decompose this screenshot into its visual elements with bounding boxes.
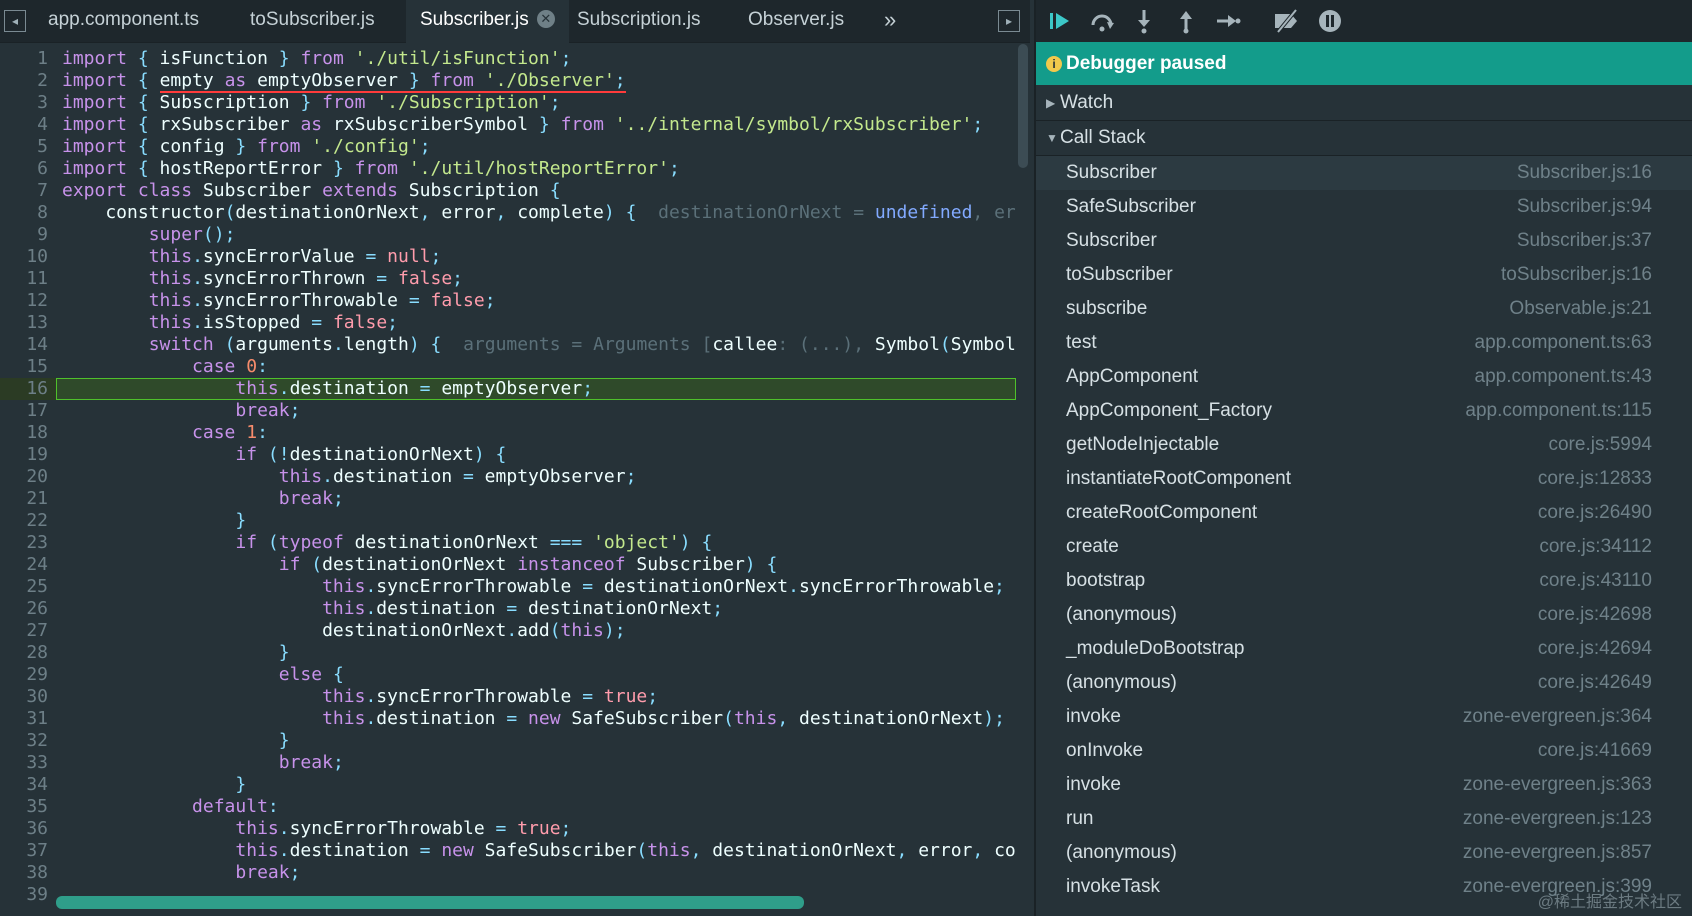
code-line[interactable]: 14 switch (arguments.length) { arguments… [0, 334, 1016, 356]
source-editor: ◂ app.component.ts toSubscriber.js Subsc… [0, 0, 1030, 916]
step-into-icon[interactable] [1130, 8, 1158, 34]
code-line[interactable]: 28 } [0, 642, 1016, 664]
info-icon: i [1046, 56, 1062, 72]
code-line[interactable]: 38 break; [0, 862, 1016, 884]
call-frame[interactable]: invoke zone-evergreen.js:363 [1036, 768, 1692, 802]
code-line[interactable]: 5 import { config } from './config'; [0, 136, 1016, 158]
call-frame[interactable]: AppComponent_Factory app.component.ts:115 [1036, 394, 1692, 428]
call-frame[interactable]: invoke zone-evergreen.js:364 [1036, 700, 1692, 734]
code-line[interactable]: 9 super(); [0, 224, 1016, 246]
call-frame[interactable]: getNodeInjectable core.js:5994 [1036, 428, 1692, 462]
deactivate-breakpoints-icon[interactable] [1272, 8, 1300, 34]
code-line[interactable]: 13 this.isStopped = false; [0, 312, 1016, 334]
tab-app-component[interactable]: app.component.ts [48, 0, 199, 42]
code-line[interactable]: 7 export class Subscriber extends Subscri… [0, 180, 1016, 202]
call-frame[interactable]: _moduleDoBootstrap core.js:42694 [1036, 632, 1692, 666]
call-frame[interactable]: (anonymous) zone-evergreen.js:857 [1036, 836, 1692, 870]
code-line[interactable]: 3 import { Subscription } from './Subscri… [0, 92, 1016, 114]
code-line[interactable]: 4 import { rxSubscriber as rxSubscriberSy… [0, 114, 1016, 136]
chevron-down-icon: ▼ [1046, 131, 1058, 145]
tab-observer[interactable]: Observer.js [748, 0, 844, 42]
code-line[interactable]: 21 break; [0, 488, 1016, 510]
vertical-scrollbar[interactable] [1018, 44, 1028, 168]
tab-subscription[interactable]: Subscription.js [577, 0, 701, 42]
call-frame[interactable]: onInvoke core.js:41669 [1036, 734, 1692, 768]
watch-section-header[interactable]: ▶ Watch [1036, 86, 1692, 121]
tab-subscriber[interactable]: Subscriber.js ✕ [406, 0, 569, 44]
call-frame[interactable]: subscribe Observable.js:21 [1036, 292, 1692, 326]
code-line[interactable]: 11 this.syncErrorThrown = false; [0, 268, 1016, 290]
call-stack-section-header[interactable]: ▼ Call Stack [1036, 121, 1692, 156]
expand-panel-icon[interactable]: ▸ [998, 10, 1020, 32]
code-line[interactable]: 37 this.destination = new SafeSubscriber… [0, 840, 1016, 862]
call-frame[interactable]: bootstrap core.js:43110 [1036, 564, 1692, 598]
code-line[interactable]: 25 this.syncErrorThrowable = destination… [0, 576, 1016, 598]
code-line[interactable]: 20 this.destination = emptyObserver; [0, 466, 1016, 488]
code-line[interactable]: 27 destinationOrNext.add(this); [0, 620, 1016, 642]
call-frame[interactable]: create core.js:34112 [1036, 530, 1692, 564]
code-line[interactable]: 10 this.syncErrorValue = null; [0, 246, 1016, 268]
code-line[interactable]: 18 case 1: [0, 422, 1016, 444]
horizontal-scrollbar[interactable] [56, 896, 804, 909]
debugger-paused-banner: i Debugger paused [1036, 42, 1692, 85]
call-frame[interactable]: Subscriber Subscriber.js:16 [1036, 156, 1692, 190]
call-frame[interactable]: Subscriber Subscriber.js:37 [1036, 224, 1692, 258]
call-frame[interactable]: test app.component.ts:63 [1036, 326, 1692, 360]
code-line[interactable]: 6 import { hostReportError } from './util… [0, 158, 1016, 180]
close-icon[interactable]: ✕ [536, 10, 555, 28]
code-line[interactable]: 15 case 0: [0, 356, 1016, 378]
chevron-right-icon: ▶ [1046, 96, 1056, 110]
call-frame[interactable]: toSubscriber toSubscriber.js:16 [1036, 258, 1692, 292]
call-frame[interactable]: (anonymous) core.js:42649 [1036, 666, 1692, 700]
code-line[interactable]: 2 import { empty as emptyObserver } from … [0, 70, 1016, 93]
code-line[interactable]: 33 break; [0, 752, 1016, 774]
pause-on-exceptions-icon[interactable] [1316, 8, 1344, 34]
code-line[interactable]: 8 constructor(destinationOrNext, error, … [0, 202, 1016, 224]
code-line[interactable]: 1 import { isFunction } from './util/isFu… [0, 48, 1016, 70]
code-line[interactable]: 23 if (typeof destinationOrNext === 'obj… [0, 532, 1016, 554]
code-line[interactable]: 17 break; [0, 400, 1016, 422]
more-tabs-button[interactable]: » [884, 0, 896, 42]
call-frame[interactable]: SafeSubscriber Subscriber.js:94 [1036, 190, 1692, 224]
step-icon[interactable] [1214, 8, 1242, 34]
call-frame[interactable]: (anonymous) core.js:42698 [1036, 598, 1692, 632]
step-out-icon[interactable] [1172, 8, 1200, 34]
code-area[interactable]: 1 import { isFunction } from './util/isFu… [0, 46, 1016, 906]
current-execution-line[interactable]: 16 this.destination = emptyObserver; [0, 378, 1016, 400]
devtools-window: ◂ app.component.ts toSubscriber.js Subsc… [0, 0, 1692, 916]
code-line[interactable]: 24 if (destinationOrNext instanceof Subs… [0, 554, 1016, 576]
call-frame[interactable]: instantiateRootComponent core.js:12833 [1036, 462, 1692, 496]
code-line[interactable]: 31 this.destination = new SafeSubscriber… [0, 708, 1016, 730]
code-line[interactable]: 34 } [0, 774, 1016, 796]
code-line[interactable]: 22 } [0, 510, 1016, 532]
code-line[interactable]: 29 else { [0, 664, 1016, 686]
code-line[interactable]: 32 } [0, 730, 1016, 752]
watermark: @稀土掘金技术社区 [1537, 894, 1682, 911]
step-over-icon[interactable] [1088, 8, 1116, 34]
call-frame[interactable]: run zone-evergreen.js:123 [1036, 802, 1692, 836]
collapse-panel-icon[interactable]: ◂ [4, 10, 26, 32]
debugger-sidebar: i Debugger paused ▶ Watch ▼ Call Stack S… [1034, 0, 1692, 916]
tab-to-subscriber[interactable]: toSubscriber.js [250, 0, 375, 42]
code-line[interactable]: 26 this.destination = destinationOrNext; [0, 598, 1016, 620]
editor-tab-bar: ◂ app.component.ts toSubscriber.js Subsc… [0, 0, 1030, 44]
code-line[interactable]: 12 this.syncErrorThrowable = false; [0, 290, 1016, 312]
code-line[interactable]: 36 this.syncErrorThrowable = true; [0, 818, 1016, 840]
code-line[interactable]: 19 if (!destinationOrNext) { [0, 444, 1016, 466]
call-frame[interactable]: AppComponent app.component.ts:43 [1036, 360, 1692, 394]
call-frame[interactable]: createRootComponent core.js:26490 [1036, 496, 1692, 530]
debugger-toolbar [1036, 0, 1692, 42]
resume-icon[interactable] [1046, 8, 1074, 34]
code-line[interactable]: 35 default: [0, 796, 1016, 818]
code-line[interactable]: 30 this.syncErrorThrowable = true; [0, 686, 1016, 708]
